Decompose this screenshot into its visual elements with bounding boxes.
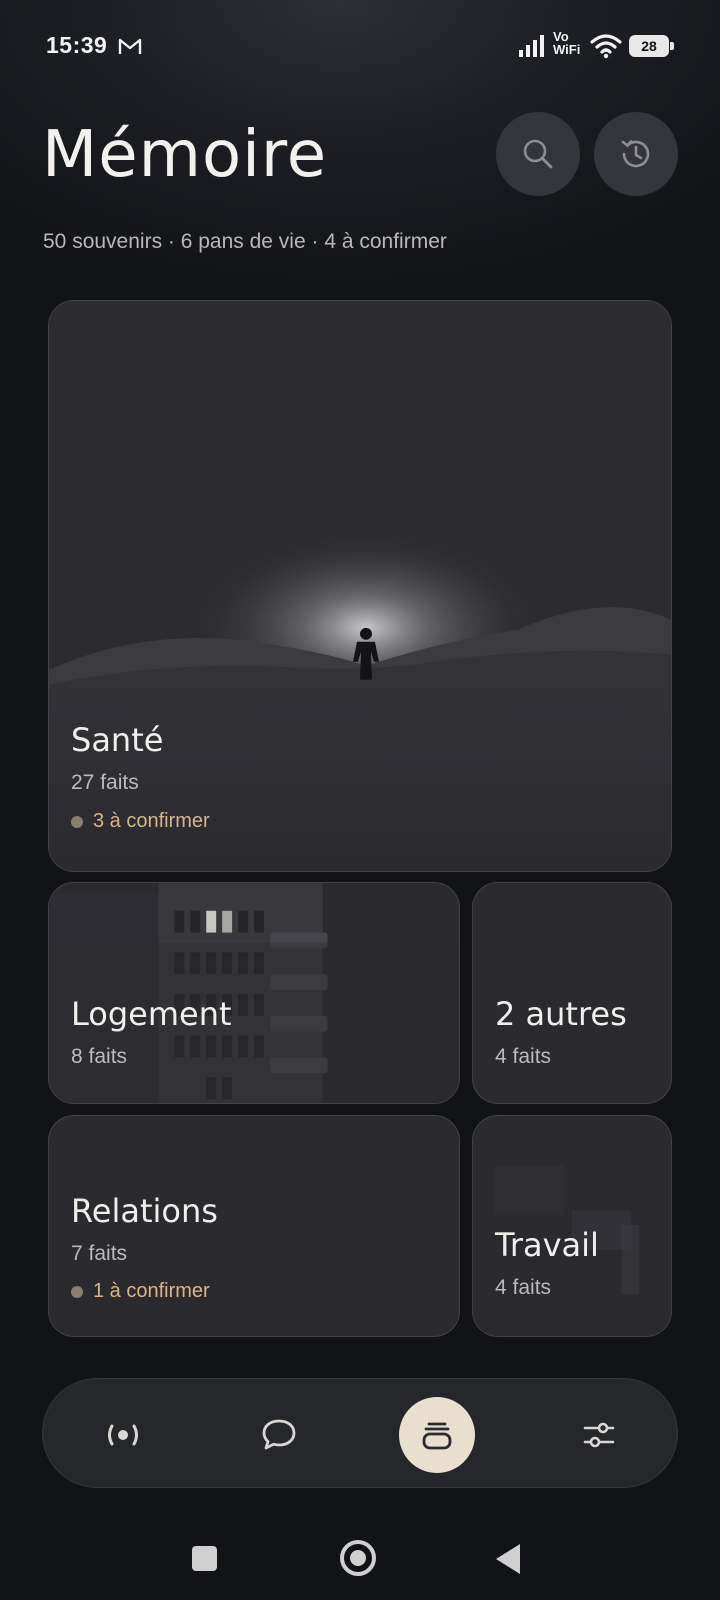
card-fact-count: 7 faits (71, 1242, 128, 1265)
sliders-icon (583, 1422, 615, 1448)
card-title: Logement (71, 995, 232, 1033)
card-pending-badge: 1 à confirmer (71, 1280, 210, 1303)
memory-summary: 50 souvenirs · 6 pans de vie · 4 à confi… (43, 230, 447, 253)
gmail-icon (118, 38, 142, 54)
nav-live-button[interactable] (85, 1397, 161, 1473)
recents-icon[interactable] (192, 1546, 217, 1571)
card-title: Travail (495, 1226, 599, 1264)
signal-icon (519, 35, 544, 57)
screen: 15:39 Vo WiFi 28 Mémoire 50 souvenirs · … (0, 0, 720, 1600)
nav-memory-button[interactable] (399, 1397, 475, 1473)
card-title: Santé (71, 721, 164, 759)
status-bar: 15:39 Vo WiFi 28 (0, 0, 720, 96)
card-title: Relations (71, 1192, 218, 1230)
card-pending-text: 1 à confirmer (93, 1280, 210, 1302)
home-icon[interactable] (340, 1540, 376, 1576)
pending-dot-icon (71, 815, 83, 828)
card-title: 2 autres (495, 995, 627, 1033)
nav-chat-button[interactable] (241, 1397, 317, 1473)
page-title: Mémoire (42, 118, 328, 192)
chat-bubble-icon (262, 1419, 296, 1450)
category-card-sante[interactable]: Santé 27 faits 3 à confirmer (48, 300, 672, 872)
card-fact-count: 27 faits (71, 771, 139, 794)
memory-stack-icon (422, 1422, 452, 1450)
search-icon (523, 139, 553, 169)
category-card-travail[interactable]: Travail 4 faits (472, 1115, 672, 1337)
nav-settings-button[interactable] (561, 1397, 637, 1473)
building-image (49, 883, 459, 1103)
card-fact-count: 8 faits (71, 1045, 128, 1068)
history-icon (621, 140, 650, 168)
category-card-autres[interactable]: 2 autres 4 faits (472, 882, 672, 1104)
status-time: 15:39 (46, 32, 108, 58)
pending-dot-icon (71, 1285, 83, 1298)
back-icon[interactable] (496, 1544, 520, 1574)
system-navigation-bar (0, 1520, 720, 1600)
search-button[interactable] (496, 112, 580, 196)
sunset-landscape-image (49, 301, 671, 871)
wifi-icon (590, 34, 622, 59)
vowifi-indicator: Vo WiFi (553, 30, 580, 56)
category-card-logement[interactable]: Logement 8 faits (48, 882, 460, 1104)
vowifi-bottom: WiFi (553, 42, 581, 57)
battery-icon: 28 (629, 35, 674, 57)
card-fact-count: 4 faits (495, 1276, 552, 1299)
category-card-relations[interactable]: Relations 7 faits 1 à confirmer (48, 1115, 460, 1337)
live-icon (108, 1424, 138, 1446)
card-fact-count: 4 faits (495, 1045, 552, 1068)
card-pending-text: 3 à confirmer (93, 810, 210, 832)
history-button[interactable] (594, 112, 678, 196)
bottom-navigation (42, 1378, 678, 1488)
card-pending-badge: 3 à confirmer (71, 810, 210, 833)
